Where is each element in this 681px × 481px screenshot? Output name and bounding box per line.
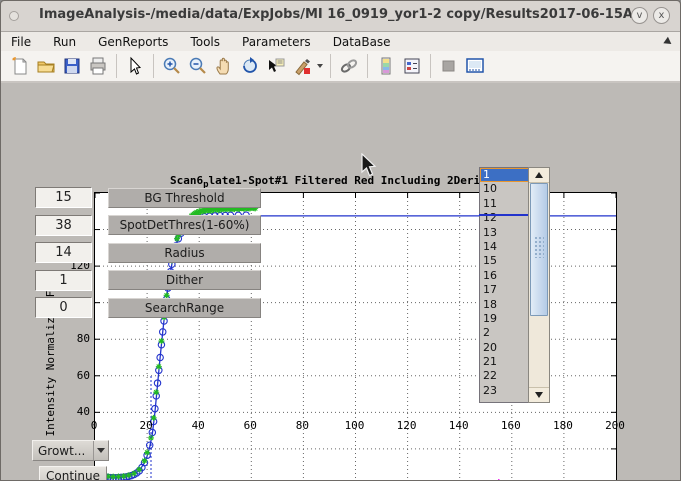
y-tick-label: 40 xyxy=(56,405,90,418)
x-tick-label: 20 xyxy=(134,419,158,432)
x-tick-label: 40 xyxy=(186,419,210,432)
menu-item-genreports[interactable]: GenReports xyxy=(98,35,168,49)
brush-icon[interactable] xyxy=(290,54,314,78)
y-tick-label: 60 xyxy=(56,369,90,382)
scrollbar-thumb[interactable] xyxy=(530,183,548,316)
menu-item-run[interactable]: Run xyxy=(53,35,76,49)
menu-item-tools[interactable]: Tools xyxy=(190,35,220,49)
param-label-searchrange[interactable]: SearchRange xyxy=(108,298,261,318)
toolbar-separator xyxy=(430,54,431,78)
param-field-bg-threshold[interactable] xyxy=(35,187,92,208)
mouse-cursor-icon xyxy=(361,153,379,179)
menu-bar: File Run GenReports Tools Parameters DataBase xyxy=(1,32,680,51)
param-label-spotdetthres-1-60[interactable]: SpotDetThres(1-60%) xyxy=(108,215,261,235)
param-field-dither[interactable] xyxy=(35,270,92,291)
title-bar[interactable]: ImageAnalysis-/media/data/ExpJobs/MI 16_… xyxy=(1,1,680,32)
scrollbar-grip xyxy=(534,236,544,258)
brush-dropdown-caret-icon[interactable] xyxy=(315,54,325,78)
toolbar-separator xyxy=(367,54,368,78)
chevron-down-icon[interactable] xyxy=(93,441,108,460)
x-tick-label: 60 xyxy=(238,419,262,432)
disabled-square-icon[interactable] xyxy=(437,54,461,78)
data-cursor-icon[interactable] xyxy=(264,54,288,78)
new-document-icon[interactable] xyxy=(8,54,32,78)
link-plots-icon[interactable] xyxy=(337,54,361,78)
growth-dropdown[interactable]: Growt... xyxy=(32,440,109,461)
app-window: ImageAnalysis-/media/data/ExpJobs/MI 16_… xyxy=(0,0,681,481)
scroll-up-icon[interactable] xyxy=(529,168,549,183)
x-tick-label: 100 xyxy=(343,419,367,432)
toolbar-separator xyxy=(116,54,117,78)
rotate-3d-icon[interactable] xyxy=(238,54,262,78)
figure-canvas: Scan6plate1-Spot#1 Filtered Red Includin… xyxy=(2,85,681,481)
x-tick-label: 200 xyxy=(603,419,627,432)
growth-dropdown-label: Growt... xyxy=(33,444,93,458)
zoom-in-icon[interactable] xyxy=(160,54,184,78)
x-tick-label: 0 xyxy=(82,419,106,432)
scroll-down-icon[interactable] xyxy=(529,387,549,402)
param-label-radius[interactable]: Radius xyxy=(108,243,261,263)
toolbar-separator xyxy=(330,54,331,78)
legend-icon[interactable] xyxy=(400,54,424,78)
x-tick-label: 80 xyxy=(290,419,314,432)
param-field-searchrange[interactable] xyxy=(35,297,92,318)
menu-item-file[interactable]: File xyxy=(11,35,31,49)
window-title: ImageAnalysis-/media/data/ExpJobs/MI 16_… xyxy=(1,7,680,22)
param-label-dither[interactable]: Dither xyxy=(108,270,261,290)
x-tick-label: 140 xyxy=(447,419,471,432)
menu-item-database[interactable]: DataBase xyxy=(333,35,391,49)
zoom-out-icon[interactable] xyxy=(186,54,210,78)
figure-window-icon[interactable] xyxy=(463,54,487,78)
open-folder-icon[interactable] xyxy=(34,54,58,78)
x-tick-label: 160 xyxy=(499,419,523,432)
param-field-spotdetthres-1-60[interactable] xyxy=(35,215,92,236)
print-icon[interactable] xyxy=(86,54,110,78)
toolbar-separator xyxy=(153,54,154,78)
colormap-icon[interactable] xyxy=(374,54,398,78)
pan-hand-icon[interactable] xyxy=(212,54,236,78)
menu-item-parameters[interactable]: Parameters xyxy=(242,35,311,49)
y-tick-label: 80 xyxy=(56,332,90,345)
param-label-bg-threshold[interactable]: BG Threshold xyxy=(108,188,261,208)
param-field-radius[interactable] xyxy=(35,242,92,263)
x-tick-label: 120 xyxy=(395,419,419,432)
x-tick-label: 180 xyxy=(551,419,575,432)
toolbar xyxy=(1,51,680,83)
pointer-icon[interactable] xyxy=(123,54,147,78)
continue-button[interactable]: Continue xyxy=(39,466,107,481)
save-icon[interactable] xyxy=(60,54,84,78)
close-window-button[interactable]: x xyxy=(653,7,670,24)
shade-window-button[interactable]: v xyxy=(631,7,648,24)
listbox-scrollbar[interactable] xyxy=(528,167,550,403)
